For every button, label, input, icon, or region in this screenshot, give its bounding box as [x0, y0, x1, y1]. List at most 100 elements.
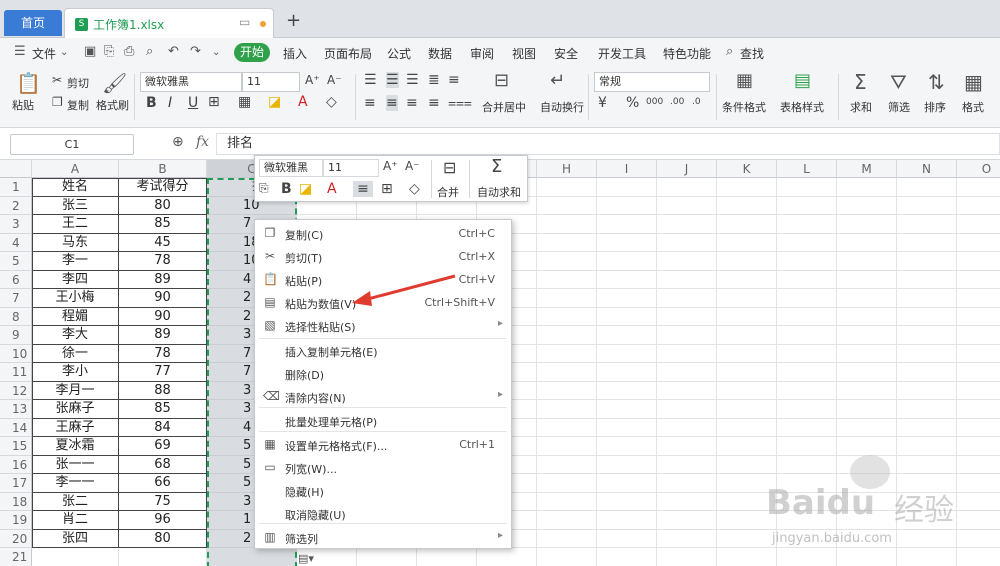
cell[interactable] [717, 252, 777, 271]
menu-formula[interactable]: 公式 [387, 45, 411, 62]
context-menu-item[interactable]: ⌫ 清除内容(N) ▸ [255, 386, 511, 408]
cell[interactable] [897, 289, 957, 308]
cell[interactable] [597, 344, 657, 363]
cell[interactable] [537, 307, 597, 326]
bold-icon[interactable]: B [146, 95, 157, 111]
context-menu-item[interactable]: ▥ 筛选列 ▸ [255, 527, 511, 549]
menu-special[interactable]: 特色功能 [663, 45, 711, 62]
cell[interactable] [657, 178, 717, 197]
align-right-icon[interactable]: ≡ [406, 95, 418, 111]
row-header[interactable]: 8 [0, 307, 32, 326]
hamburger-icon[interactable]: ☰ [14, 44, 26, 59]
column-header-m[interactable]: M [837, 160, 897, 178]
undo-icon[interactable]: ↶ [168, 44, 179, 59]
cell[interactable] [957, 400, 1000, 419]
redo-icon[interactable]: ↷ [190, 44, 201, 59]
context-menu-item[interactable]: 隐藏(H) [255, 480, 511, 502]
context-menu-item[interactable]: 取消隐藏(U) [255, 503, 511, 525]
cell[interactable] [657, 215, 717, 234]
cell[interactable] [777, 326, 837, 345]
cell[interactable] [537, 381, 597, 400]
cell[interactable] [897, 178, 957, 197]
cell[interactable] [777, 307, 837, 326]
menu-start[interactable]: 开始 [234, 43, 270, 62]
font-family-select[interactable]: 微软雅黑 [140, 72, 242, 92]
cell[interactable] [477, 548, 537, 566]
cell[interactable] [537, 363, 597, 382]
cell[interactable] [357, 548, 417, 566]
mini-align-center-icon[interactable]: ≡ [353, 181, 373, 197]
cell[interactable] [597, 215, 657, 234]
sum-icon[interactable]: Σ [854, 70, 867, 94]
cell[interactable] [777, 215, 837, 234]
mini-merge-label[interactable]: 合并 [437, 184, 459, 200]
cell[interactable] [837, 381, 897, 400]
cell[interactable] [657, 270, 717, 289]
cell[interactable] [657, 363, 717, 382]
row-header[interactable]: 7 [0, 289, 32, 308]
menu-data[interactable]: 数据 [428, 45, 452, 62]
cell[interactable] [837, 252, 897, 271]
cut-icon[interactable]: ✂ [52, 73, 62, 87]
column-header-o[interactable]: O [957, 160, 1000, 178]
menu-insert[interactable]: 插入 [283, 45, 307, 62]
cell[interactable] [777, 233, 837, 252]
cell[interactable] [957, 215, 1000, 234]
cell[interactable] [777, 437, 837, 456]
cell[interactable] [597, 196, 657, 215]
cell[interactable] [717, 418, 777, 437]
cell[interactable] [957, 326, 1000, 345]
currency-icon[interactable]: ¥ [598, 95, 607, 111]
align-center-icon[interactable]: ≡ [386, 95, 398, 111]
cell[interactable] [717, 344, 777, 363]
cell[interactable] [537, 178, 597, 197]
cell[interactable] [957, 234, 1000, 252]
cell[interactable] [717, 215, 777, 234]
cell[interactable] [837, 400, 897, 419]
merge-center-icon[interactable]: ⊟ [494, 70, 509, 91]
row-header[interactable]: 5 [0, 252, 32, 271]
align-bottom-icon[interactable]: ☰ [406, 72, 419, 88]
italic-icon[interactable]: I [168, 95, 172, 111]
mini-bold-icon[interactable]: B [281, 181, 292, 197]
row-header[interactable]: 16 [0, 455, 32, 474]
cell[interactable] [657, 437, 717, 456]
cell[interactable] [837, 215, 897, 234]
row-header[interactable]: 10 [0, 344, 32, 363]
cell[interactable] [897, 307, 957, 326]
cell[interactable] [957, 419, 1000, 437]
cell[interactable] [897, 252, 957, 271]
underline-icon[interactable]: U [188, 95, 198, 111]
cell[interactable] [897, 326, 957, 345]
cell[interactable] [657, 233, 717, 252]
cell[interactable] [777, 289, 837, 308]
cell[interactable] [537, 474, 597, 493]
row-header[interactable]: 6 [0, 270, 32, 289]
menu-page-layout[interactable]: 页面布局 [324, 45, 372, 62]
merge-center-label[interactable]: 合并居中 [482, 99, 526, 115]
cell[interactable] [957, 178, 1000, 197]
cell[interactable] [777, 178, 837, 197]
mini-fill-color-icon[interactable]: ◪ [299, 181, 312, 197]
cell[interactable] [837, 270, 897, 289]
cell[interactable] [717, 289, 777, 308]
cell[interactable] [837, 344, 897, 363]
cell[interactable] [537, 326, 597, 345]
mini-size-select[interactable]: 11 [323, 159, 379, 177]
cell[interactable] [717, 381, 777, 400]
row-header[interactable]: 9 [0, 326, 32, 345]
mini-eraser-icon[interactable]: ◇ [409, 181, 420, 197]
cell[interactable] [717, 400, 777, 419]
context-menu-item[interactable]: ✂ 剪切(T) Ctrl+X [255, 246, 511, 268]
cell[interactable] [717, 270, 777, 289]
mini-increase-font-icon[interactable]: A⁺ [383, 159, 398, 173]
cell[interactable] [597, 326, 657, 345]
cell[interactable] [597, 270, 657, 289]
cell[interactable] [537, 511, 597, 530]
distribute-icon[interactable]: ⩶ [448, 95, 472, 111]
format-painter-label[interactable]: 格式刷 [96, 97, 129, 113]
column-header-l[interactable]: L [777, 160, 837, 178]
cell[interactable] [717, 363, 777, 382]
cell[interactable] [897, 363, 957, 382]
row-header[interactable]: 14 [0, 418, 32, 437]
